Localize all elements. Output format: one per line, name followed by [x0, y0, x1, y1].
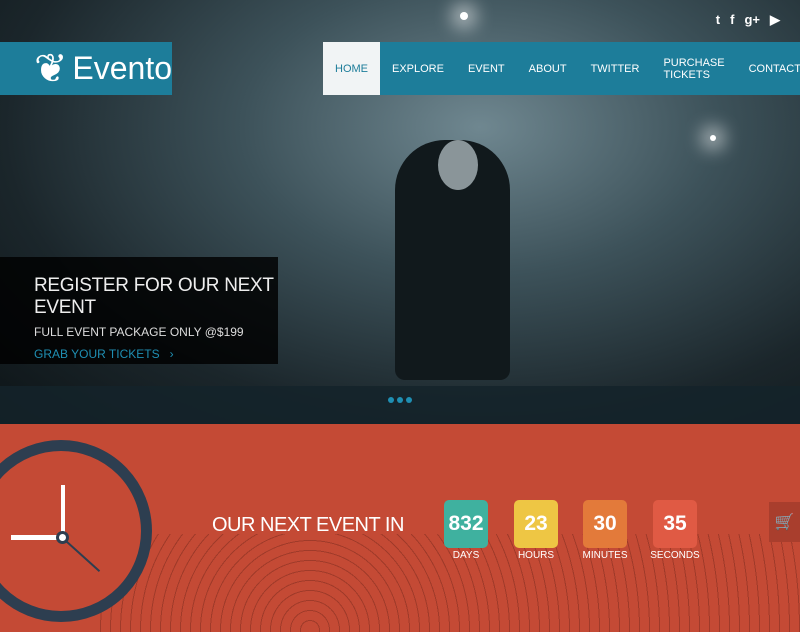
nav-contact[interactable]: CONTACT	[737, 42, 800, 95]
brand-name: Evento	[72, 50, 172, 86]
stage-light	[460, 12, 468, 20]
nav-event[interactable]: EVENT	[456, 42, 517, 95]
countdown-heading: OUR NEXT EVENT IN	[212, 514, 404, 536]
crowd-illustration	[100, 534, 800, 632]
slider-pagination[interactable]	[388, 397, 412, 403]
slide-caption: REGISTER FOR OUR NEXT EVENT FULL EVENT P…	[0, 257, 278, 364]
grab-tickets-label: GRAB YOUR TICKETS	[34, 347, 160, 361]
countdown-days-value: 832	[444, 500, 488, 548]
countdown-hours-label: HOURS	[517, 550, 555, 561]
countdown-seconds-label: SECONDS	[650, 550, 700, 561]
countdown-minutes-value: 30	[583, 500, 627, 548]
countdown-seconds-value: 35	[653, 500, 697, 548]
cart-button[interactable]: 🛒	[769, 502, 800, 542]
twitter-icon[interactable]: t	[716, 12, 720, 28]
youtube-icon[interactable]: ▶	[770, 12, 780, 28]
chevron-right-icon: ›	[169, 347, 174, 361]
guitar-logo-icon: ❦	[34, 46, 68, 91]
shopping-cart-icon: 🛒	[774, 514, 795, 531]
singer-head	[438, 140, 478, 190]
slide-title: REGISTER FOR OUR NEXT EVENT	[34, 275, 274, 318]
countdown-hours-value: 23	[514, 500, 558, 548]
slide-dot[interactable]	[397, 397, 403, 403]
social-links: t f g+ ▶	[716, 12, 780, 28]
logo[interactable]: ❦ Evento	[0, 42, 172, 95]
clock-second-hand	[61, 537, 101, 572]
google-plus-icon[interactable]: g+	[744, 12, 760, 28]
nav-purchase-tickets[interactable]: PURCHASE TICKETS	[651, 42, 736, 95]
nav-explore[interactable]: EXPLORE	[380, 42, 456, 95]
countdown-minutes-label: MINUTES	[582, 550, 628, 561]
nav-about[interactable]: ABOUT	[517, 42, 579, 95]
clock-center	[56, 531, 69, 544]
facebook-icon[interactable]: f	[730, 12, 734, 28]
stage-light	[710, 135, 716, 141]
clock-hour-hand	[61, 485, 65, 535]
nav-home[interactable]: HOME	[323, 42, 380, 95]
stage-band	[0, 386, 800, 424]
slide-dot[interactable]	[406, 397, 412, 403]
grab-tickets-link[interactable]: GRAB YOUR TICKETS ›	[34, 347, 278, 361]
slide-subtitle: FULL EVENT PACKAGE ONLY @$199	[34, 325, 244, 339]
countdown-section: OUR NEXT EVENT IN 832 DAYS 23 HOURS 30 MINUTE…	[0, 424, 800, 632]
main-nav: HOME EXPLORE EVENT ABOUT TWITTER PURCHAS…	[323, 42, 800, 95]
slide-dot[interactable]	[388, 397, 394, 403]
countdown-days-label: DAYS	[452, 550, 480, 561]
nav-twitter[interactable]: TWITTER	[579, 42, 652, 95]
